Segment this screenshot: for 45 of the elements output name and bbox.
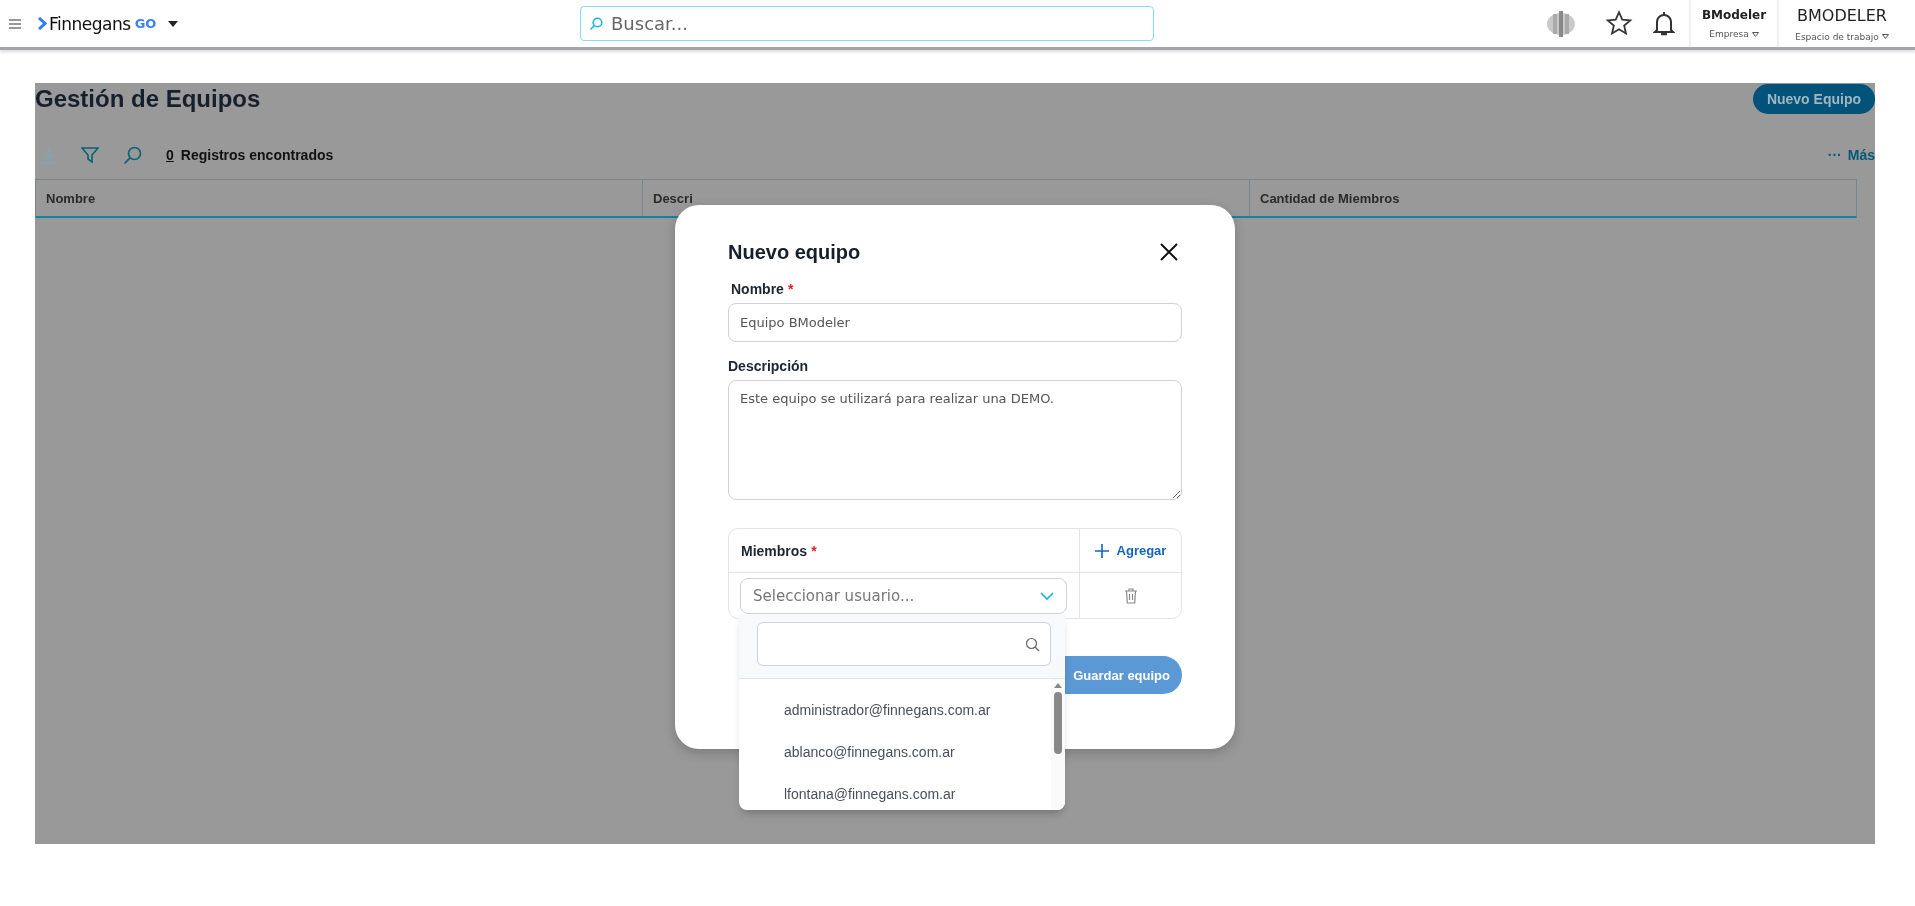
user-option[interactable]: ablanco@finnegans.com.ar — [739, 731, 1051, 773]
column-header[interactable]: Descri — [653, 190, 693, 206]
chevron-icon — [1040, 591, 1054, 600]
name-field[interactable]: Equipo BModeler — [728, 303, 1182, 342]
caret-icon — [1881, 34, 1889, 39]
description-field[interactable]: Este equipo se utilizará para realizar una DEMO. — [728, 380, 1182, 500]
column-header[interactable]: Cantidad de Miembros — [1260, 190, 1400, 206]
user-option[interactable]: lfontana@finnegans.com.ar — [739, 773, 1051, 810]
record-count: 0 — [166, 147, 174, 163]
column-header[interactable]: Nombre — [46, 190, 96, 206]
close-icon[interactable] — [1160, 243, 1178, 261]
company-label: Empresa — [1709, 29, 1759, 39]
field-label: Descripción — [728, 358, 810, 376]
filter-icon[interactable] — [81, 146, 99, 164]
user-select[interactable]: Seleccionar usuario... — [740, 577, 1067, 614]
caret-icon[interactable] — [168, 20, 179, 27]
company-selector[interactable]: BModeler Empresa — [1689, 0, 1777, 47]
bell-icon[interactable] — [1653, 10, 1675, 37]
page-title: Gestión de Equipos — [35, 85, 261, 113]
scrollbar-thumb[interactable] — [1054, 692, 1062, 754]
search-input[interactable]: Buscar... — [609, 12, 1153, 35]
new-team-button[interactable]: Nuevo Equipo — [1752, 84, 1875, 114]
star-icon[interactable] — [1605, 10, 1633, 37]
search-icon — [589, 16, 603, 31]
record-count-label: Registros encontrados — [180, 147, 334, 163]
workspace-name: BMODELER — [1797, 5, 1887, 25]
field-label: Nombre * — [731, 281, 795, 299]
menu-icon[interactable] — [8, 16, 22, 31]
trash-icon[interactable] — [1123, 587, 1138, 604]
dialog-title: Nuevo equipo — [728, 240, 861, 264]
brand-name: Finnegans — [49, 13, 131, 34]
search-field[interactable]: Buscar... — [580, 6, 1154, 41]
scroll-up-icon[interactable] — [1054, 683, 1062, 688]
search-icon — [1025, 636, 1040, 652]
company-name: BModeler — [1701, 8, 1767, 22]
dropdown-search-field[interactable] — [757, 622, 1051, 666]
members-label: Miembros * — [741, 542, 817, 559]
chevron-icon — [38, 17, 47, 30]
brand-suffix: GO — [134, 16, 157, 31]
plus-icon — [1094, 543, 1109, 558]
add-button[interactable]: Agregar — [1094, 543, 1167, 558]
caret-icon — [1751, 31, 1759, 37]
workspace-selector[interactable]: BMODELER Espacio de trabajo — [1777, 0, 1905, 47]
search-icon[interactable] — [123, 145, 142, 165]
workspace-label: Espacio de trabajo — [1795, 31, 1889, 42]
